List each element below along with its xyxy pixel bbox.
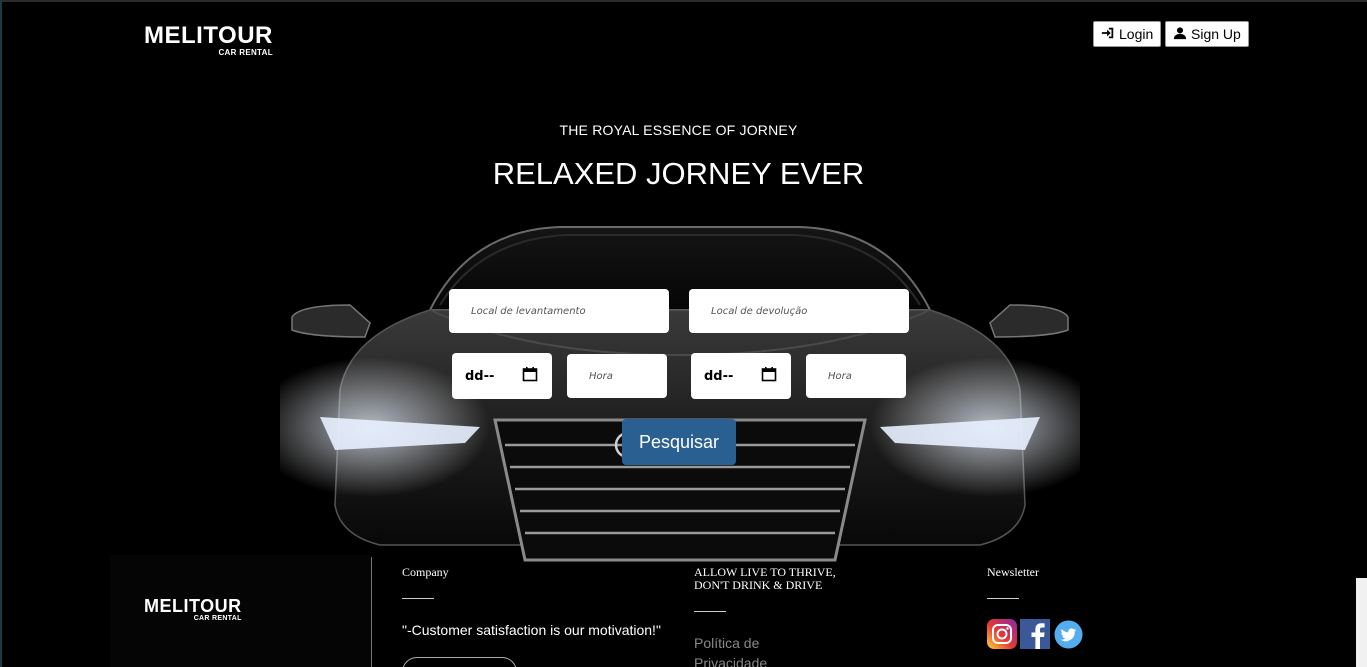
newsletter-heading-rule xyxy=(987,598,1019,599)
return-date-value: dd-- xyxy=(704,368,734,384)
brand-name: MELITOUR xyxy=(144,22,273,49)
twitter-icon[interactable] xyxy=(1054,620,1083,649)
signup-label: Sign Up xyxy=(1191,26,1241,42)
return-date-input[interactable]: dd-- xyxy=(691,353,791,399)
footer-brand-subtitle: CAR RENTAL xyxy=(193,615,242,622)
thrive-heading-rule xyxy=(694,611,726,612)
signup-button[interactable]: Sign Up xyxy=(1165,21,1249,47)
company-heading: Company xyxy=(402,565,449,579)
calendar-icon[interactable] xyxy=(522,366,538,386)
login-button[interactable]: Login xyxy=(1093,21,1161,47)
footer-divider xyxy=(371,557,372,667)
hero-tagline: THE ROYAL ESSENCE OF JORNEY xyxy=(559,122,798,138)
facebook-icon[interactable] xyxy=(1020,619,1050,649)
return-hour-input[interactable]: Hora xyxy=(806,354,906,398)
footer-brand-name: MELITOUR xyxy=(144,596,242,616)
pickup-hour-input[interactable]: Hora xyxy=(567,354,667,398)
search-button[interactable]: Pesquisar xyxy=(622,419,736,465)
return-location-placeholder: Local de devolução xyxy=(711,305,808,317)
company-heading-rule xyxy=(402,598,434,599)
scrollbar-track[interactable] xyxy=(1356,2,1367,667)
pickup-date-value: dd-- xyxy=(465,368,495,384)
company-motto: "-Customer satisfaction is our motivatio… xyxy=(402,622,661,638)
pickup-date-input[interactable]: dd-- xyxy=(452,353,552,399)
brand-subtitle: CAR RENTAL xyxy=(218,48,273,57)
window-top-border xyxy=(0,0,1367,2)
return-location-input[interactable]: Local de devolução xyxy=(689,289,909,333)
thrive-heading: ALLOW LIVE TO THRIVE, DON'T DRINK & DRIV… xyxy=(694,565,836,592)
scrollbar-thumb[interactable] xyxy=(1356,578,1367,667)
calendar-icon[interactable] xyxy=(761,366,777,386)
return-hour-placeholder: Hora xyxy=(828,370,852,382)
login-icon xyxy=(1101,26,1115,43)
user-icon xyxy=(1173,26,1187,43)
pickup-location-input[interactable]: Local de levantamento xyxy=(449,289,669,333)
instagram-icon[interactable] xyxy=(987,619,1017,649)
privacy-policy-link[interactable]: Política de Privacidade xyxy=(694,633,814,667)
company-outline-button[interactable] xyxy=(402,657,517,667)
brand-logo[interactable]: MELITOUR CAR RENTAL xyxy=(144,22,273,58)
newsletter-heading: Newsletter xyxy=(987,565,1039,579)
hero-car-image xyxy=(250,205,1110,575)
window-left-border xyxy=(0,0,2,667)
login-label: Login xyxy=(1119,26,1154,42)
footer-brand-logo[interactable]: MELITOUR CAR RENTAL xyxy=(144,597,242,623)
pickup-location-placeholder: Local de levantamento xyxy=(471,305,586,317)
pickup-hour-placeholder: Hora xyxy=(589,370,613,382)
hero-headline: RELAXED JORNEY EVER xyxy=(492,156,865,191)
